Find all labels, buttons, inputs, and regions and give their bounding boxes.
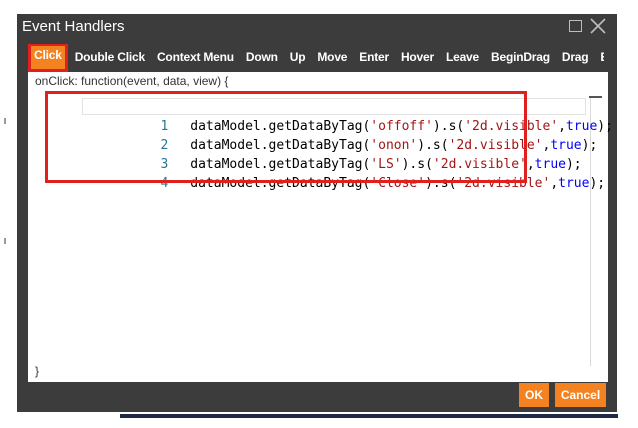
background-bar [120,414,618,418]
screen: Event Handlers Click Double Click Contex… [0,0,638,428]
tab-down[interactable]: Down [240,45,283,70]
tab-click[interactable]: Click [28,44,68,72]
tab-double-click[interactable]: Double Click [69,45,150,70]
tab-context-menu[interactable]: Context Menu [151,45,239,70]
tab-up[interactable]: Up [284,45,311,70]
tab-enter[interactable]: Enter [354,45,394,70]
dialog-title: Event Handlers [22,18,125,35]
background-mark [4,118,6,124]
function-signature: onClick: function(event, data, view) { [35,74,229,88]
tab-begin-drag[interactable]: BeginDrag [486,45,555,70]
maximize-icon[interactable] [569,20,582,32]
tab-leave[interactable]: Leave [440,45,484,70]
tab-end-drag[interactable]: E [595,45,604,70]
code-highlight-box [45,91,527,183]
event-tab-bar: Click Double Click Context Menu Down Up … [28,44,604,72]
event-handlers-dialog: Event Handlers Click Double Click Contex… [17,14,617,412]
tab-drag[interactable]: Drag [556,45,594,70]
cancel-button[interactable]: Cancel [555,383,606,407]
ok-button[interactable]: OK [519,383,549,407]
tab-hover[interactable]: Hover [395,45,439,70]
tab-move[interactable]: Move [312,45,353,70]
close-icon[interactable] [589,17,606,34]
background-mark [4,238,6,244]
function-closing-brace: } [35,364,40,378]
